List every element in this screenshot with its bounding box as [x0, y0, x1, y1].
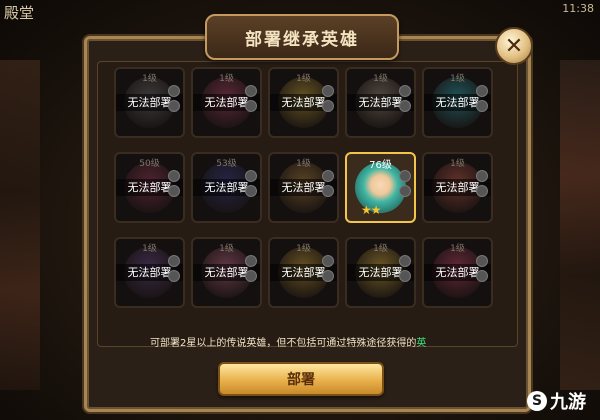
hero-slot[interactable]: 1级 无法部署	[422, 152, 493, 223]
weapon-badge-icon	[322, 170, 334, 182]
background-left-decor	[0, 60, 40, 390]
info-text-tail: 英	[416, 338, 427, 349]
shield-badge-icon	[168, 100, 180, 112]
dialog-title-plate: 部署继承英雄	[205, 14, 399, 60]
hero-slot[interactable]: 1级 无法部署	[345, 67, 416, 138]
weapon-badge-icon	[168, 170, 180, 182]
clock: 11:38	[562, 2, 594, 15]
watermark-text: 九游	[550, 392, 586, 413]
shield-badge-icon	[245, 100, 257, 112]
hero-stars: ★★	[361, 203, 381, 217]
hero-slot[interactable]: 53级 无法部署	[191, 152, 262, 223]
hero-level: 1级	[219, 74, 234, 84]
hero-slot[interactable]: 76级 ★★	[345, 152, 416, 223]
hero-level: 1级	[450, 159, 465, 169]
deploy-button[interactable]: 部署	[218, 362, 384, 396]
shield-badge-icon	[476, 270, 488, 282]
hero-level: 1级	[296, 74, 311, 84]
hero-slot[interactable]: 1级 无法部署	[422, 237, 493, 308]
weapon-badge-icon	[245, 170, 257, 182]
shield-badge-icon	[245, 185, 257, 197]
hero-level: 53级	[216, 159, 237, 169]
hero-level: 1级	[142, 244, 157, 254]
hero-slot[interactable]: 1级 无法部署	[422, 67, 493, 138]
shield-badge-icon	[168, 185, 180, 197]
hero-slot[interactable]: 1级 无法部署	[268, 67, 339, 138]
hero-slot[interactable]: 1级 无法部署	[268, 152, 339, 223]
hero-level: 1级	[219, 244, 234, 254]
watermark-logo-icon: S	[527, 391, 547, 411]
info-text-main: 可部署2星以上的传说英雄，但不包括可通过特殊途径获得的	[150, 338, 417, 349]
hero-slot[interactable]: 1级 无法部署	[268, 237, 339, 308]
close-icon: ✕	[504, 33, 524, 59]
hero-slot[interactable]: 1级 无法部署	[114, 237, 185, 308]
hero-slot[interactable]: 1级 无法部署	[345, 237, 416, 308]
weapon-badge-icon	[476, 85, 488, 97]
weapon-badge-icon	[322, 85, 334, 97]
weapon-badge-icon	[476, 170, 488, 182]
shield-badge-icon	[399, 185, 411, 197]
shield-badge-icon	[168, 270, 180, 282]
weapon-badge-icon	[245, 255, 257, 267]
hero-slot[interactable]: 1级 无法部署	[191, 67, 262, 138]
deploy-button-label: 部署	[287, 372, 315, 388]
hero-level: 50级	[139, 159, 160, 169]
weapon-badge-icon	[399, 255, 411, 267]
hero-level: 1级	[373, 74, 388, 84]
weapon-badge-icon	[245, 85, 257, 97]
shield-badge-icon	[476, 100, 488, 112]
hero-slot[interactable]: 50级 无法部署	[114, 152, 185, 223]
close-button[interactable]: ✕	[495, 27, 533, 65]
shield-badge-icon	[245, 270, 257, 282]
dialog-title: 部署继承英雄	[245, 29, 359, 50]
weapon-badge-icon	[168, 85, 180, 97]
shield-badge-icon	[476, 185, 488, 197]
weapon-badge-icon	[476, 255, 488, 267]
hero-slot[interactable]: 1级 无法部署	[191, 237, 262, 308]
weapon-badge-icon	[168, 255, 180, 267]
watermark: S 九游	[527, 388, 586, 414]
weapon-badge-icon	[322, 255, 334, 267]
info-text: 可部署2星以上的传说英雄，但不包括可通过特殊途径获得的英	[150, 334, 426, 349]
shield-badge-icon	[399, 270, 411, 282]
background-hall-title: 殿堂	[4, 4, 35, 22]
hero-level: 1级	[142, 74, 157, 84]
hero-level: 1级	[296, 159, 311, 169]
hero-level: 1级	[450, 74, 465, 84]
background-right-decor	[560, 60, 600, 390]
shield-badge-icon	[322, 270, 334, 282]
weapon-badge-icon	[399, 170, 411, 182]
hero-level: 76级	[369, 160, 392, 171]
weapon-badge-icon	[399, 85, 411, 97]
hero-level: 1级	[296, 244, 311, 254]
shield-badge-icon	[399, 100, 411, 112]
hero-level: 1级	[373, 244, 388, 254]
shield-badge-icon	[322, 185, 334, 197]
shield-badge-icon	[322, 100, 334, 112]
hero-slot[interactable]: 1级 无法部署	[114, 67, 185, 138]
hero-level: 1级	[450, 244, 465, 254]
